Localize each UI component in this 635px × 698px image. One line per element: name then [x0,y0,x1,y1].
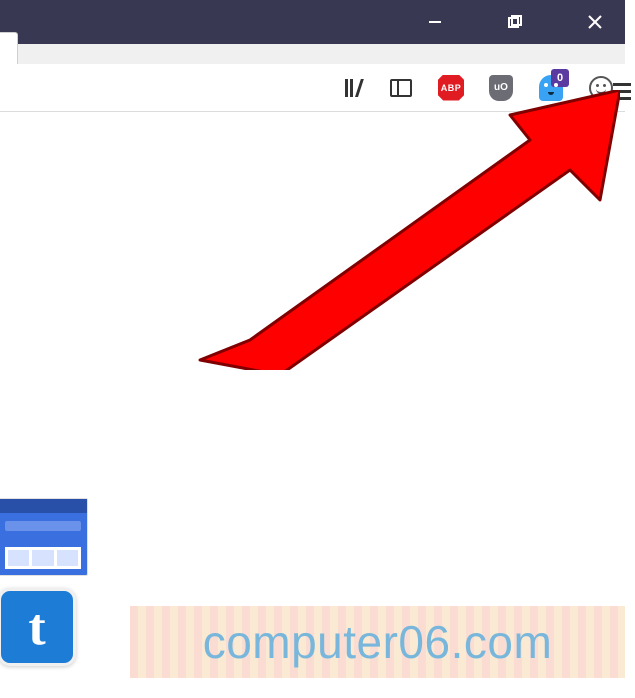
ublock-icon: uO [489,75,513,101]
titlebar [0,0,625,44]
thumbnail-snippet: t [0,498,108,688]
close-button[interactable] [575,0,615,44]
watermark-text: computer06.com [203,615,553,669]
tab-strip [0,44,625,64]
ghostery-badge: 0 [551,69,569,87]
active-tab-edge[interactable] [0,32,18,64]
thumbnail-card [0,498,88,576]
sidebar-icon [390,79,412,97]
maximize-button[interactable] [495,0,535,44]
library-button[interactable] [335,72,367,104]
adblock-plus-button[interactable]: ABP [435,72,467,104]
tile-icon: t [0,588,76,666]
minimize-icon [428,15,442,29]
maximize-icon [508,15,522,29]
hamburger-icon [613,83,631,100]
ghostery-icon: 0 [539,75,563,101]
sidebar-button[interactable] [385,72,417,104]
navigation-toolbar: ABP uO 0 [0,64,625,112]
abp-icon: ABP [438,75,464,101]
ublock-origin-button[interactable]: uO [485,72,517,104]
watermark: computer06.com [130,606,625,678]
minimize-button[interactable] [415,0,455,44]
menu-button[interactable] [607,75,635,107]
library-icon [345,79,358,97]
close-icon [588,15,602,29]
ghostery-button[interactable]: 0 [535,72,567,104]
